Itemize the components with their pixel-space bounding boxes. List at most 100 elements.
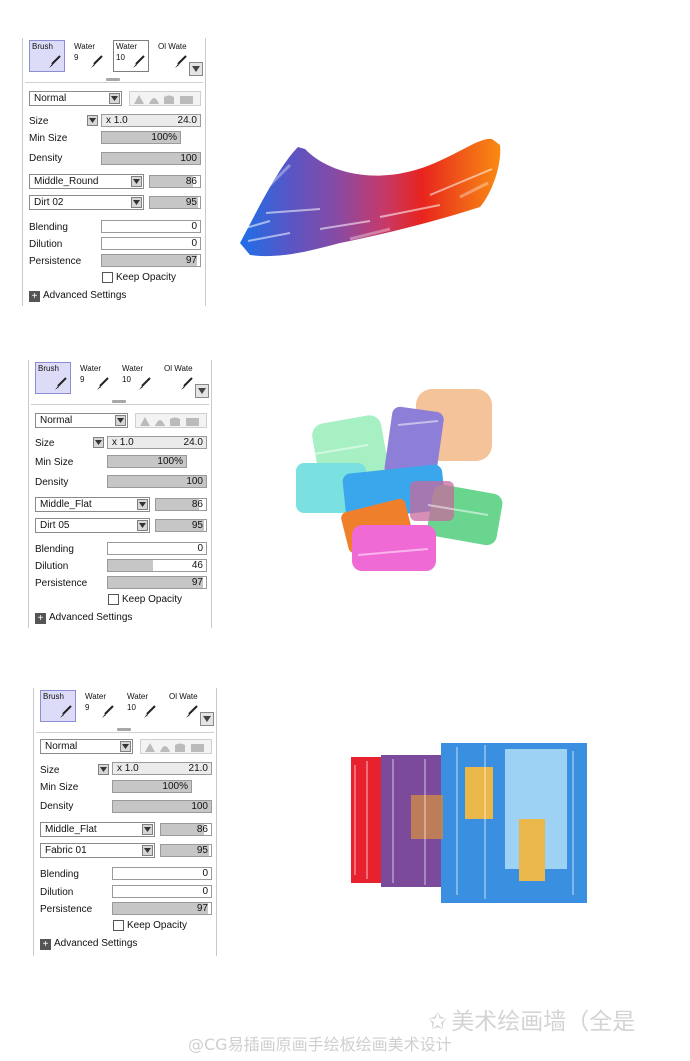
- resize-grip[interactable]: [106, 78, 120, 81]
- size-label: Size: [35, 438, 55, 449]
- density-value: 100: [186, 476, 203, 487]
- resize-grip[interactable]: [112, 400, 126, 403]
- brush-shape-presets[interactable]: [135, 413, 207, 428]
- size-multiplier: x 1.0: [117, 763, 139, 774]
- brush-texture-select[interactable]: Dirt 05: [35, 518, 150, 533]
- blending-slider[interactable]: 0: [112, 867, 212, 880]
- chevron-down-icon: [139, 502, 146, 507]
- tool-brush[interactable]: Brush: [29, 40, 65, 72]
- tool-oil-water[interactable]: Ol Wate: [155, 40, 191, 72]
- density-value: 100: [191, 801, 208, 812]
- blending-slider[interactable]: 0: [107, 542, 207, 555]
- dropdown-arrow[interactable]: [131, 197, 142, 208]
- shape-strength-value: 86: [196, 824, 208, 835]
- size-multiplier-button[interactable]: [93, 437, 104, 448]
- brush-shape-select[interactable]: Middle_Flat: [40, 822, 155, 837]
- texture-strength-slider[interactable]: 95: [160, 844, 212, 857]
- shape-strength-slider[interactable]: 86: [155, 498, 207, 511]
- brush-icon: [55, 377, 67, 390]
- brush-settings-panel-2: Brush Water 9 Water 10 Ol Wate Normal Si…: [28, 360, 212, 628]
- size-field[interactable]: x 1.0 21.0: [112, 762, 212, 775]
- tool-palette: Brush Water 9 Water 10 Ol Wate: [29, 40, 197, 74]
- tool-water-9[interactable]: Water 9: [71, 40, 107, 72]
- dropdown-arrow[interactable]: [142, 824, 153, 835]
- chevron-down-icon: [203, 716, 211, 722]
- tool-water-10[interactable]: Water 10: [113, 40, 149, 72]
- tool-water-10[interactable]: Water 10: [119, 362, 155, 394]
- density-slider[interactable]: 100: [101, 152, 201, 165]
- blend-mode-select[interactable]: Normal: [29, 91, 122, 106]
- tool-oil-water[interactable]: Ol Wate: [161, 362, 197, 394]
- brush-shape-presets[interactable]: [140, 739, 212, 754]
- size-field[interactable]: x 1.0 24.0: [107, 436, 207, 449]
- keep-opacity-checkbox[interactable]: [108, 594, 119, 605]
- min-size-label: Min Size: [40, 782, 79, 793]
- dilution-slider[interactable]: 0: [101, 237, 201, 250]
- brush-shape-presets[interactable]: [129, 91, 201, 106]
- dilution-label: Dilution: [35, 561, 69, 572]
- water-brush-icon: [97, 377, 109, 390]
- min-size-slider[interactable]: 100%: [107, 455, 187, 468]
- density-slider[interactable]: 100: [107, 475, 207, 488]
- persistence-slider[interactable]: 97: [112, 902, 212, 915]
- dropdown-arrow[interactable]: [109, 93, 120, 104]
- tool-water-9[interactable]: Water 9: [77, 362, 113, 394]
- dropdown-arrow[interactable]: [142, 845, 153, 856]
- divider: [31, 404, 209, 405]
- brush-texture-select[interactable]: Dirt 02: [29, 195, 144, 210]
- tool-brush[interactable]: Brush: [40, 690, 76, 722]
- dilution-slider[interactable]: 46: [107, 559, 207, 572]
- dropdown-arrow[interactable]: [137, 499, 148, 510]
- tool-scroll-button[interactable]: [200, 712, 214, 726]
- brush-shape-select[interactable]: Middle_Flat: [35, 497, 150, 512]
- texture-strength-slider[interactable]: 95: [149, 196, 201, 209]
- resize-grip[interactable]: [117, 728, 131, 731]
- advanced-settings-toggle[interactable]: + Advanced Settings: [40, 938, 137, 950]
- dropdown-arrow[interactable]: [137, 520, 148, 531]
- keep-opacity-checkbox[interactable]: [102, 272, 113, 283]
- persistence-slider[interactable]: 97: [107, 576, 207, 589]
- persistence-label: Persistence: [29, 256, 82, 267]
- persistence-slider[interactable]: 97: [101, 254, 201, 267]
- shape-strength-slider[interactable]: 86: [160, 823, 212, 836]
- size-multiplier-button[interactable]: [87, 115, 98, 126]
- min-size-slider[interactable]: 100%: [112, 780, 192, 793]
- texture-strength-slider[interactable]: 95: [155, 519, 207, 532]
- tool-brush[interactable]: Brush: [35, 362, 71, 394]
- persistence-value: 97: [191, 577, 203, 588]
- size-multiplier-button[interactable]: [98, 764, 109, 775]
- tool-scroll-button[interactable]: [195, 384, 209, 398]
- texture-strength-value: 95: [196, 845, 208, 856]
- dilution-value: 0: [202, 886, 208, 897]
- blending-slider[interactable]: 0: [101, 220, 201, 233]
- tool-oil-water[interactable]: Ol Wate: [166, 690, 202, 722]
- brush-texture-value: Dirt 05: [40, 520, 70, 531]
- dropdown-arrow[interactable]: [120, 741, 131, 752]
- tool-water-9[interactable]: Water 9: [82, 690, 118, 722]
- min-size-label: Min Size: [29, 133, 68, 144]
- size-field[interactable]: x 1.0 24.0: [101, 114, 201, 127]
- brush-texture-select[interactable]: Fabric 01: [40, 843, 155, 858]
- keep-opacity-checkbox[interactable]: [113, 920, 124, 931]
- density-label: Density: [40, 801, 74, 812]
- chevron-down-icon: [95, 440, 102, 445]
- tool-size: 9: [74, 53, 79, 62]
- dilution-slider[interactable]: 0: [112, 885, 212, 898]
- blending-label: Blending: [35, 544, 74, 555]
- advanced-settings-toggle[interactable]: + Advanced Settings: [29, 290, 126, 302]
- size-value: 24.0: [177, 115, 197, 126]
- density-slider[interactable]: 100: [112, 800, 212, 813]
- blend-mode-select[interactable]: Normal: [35, 413, 128, 428]
- min-size-value: 100%: [162, 781, 188, 792]
- brush-shape-select[interactable]: Middle_Round: [29, 174, 144, 189]
- tool-water-10[interactable]: Water 10: [124, 690, 160, 722]
- shape-strength-slider[interactable]: 86: [149, 175, 201, 188]
- tool-scroll-button[interactable]: [189, 62, 203, 76]
- advanced-settings-toggle[interactable]: + Advanced Settings: [35, 612, 132, 624]
- dropdown-arrow[interactable]: [115, 415, 126, 426]
- dropdown-arrow[interactable]: [131, 176, 142, 187]
- blend-mode-select[interactable]: Normal: [40, 739, 133, 754]
- size-multiplier: x 1.0: [112, 437, 134, 448]
- size-value: 24.0: [183, 437, 203, 448]
- min-size-slider[interactable]: 100%: [101, 131, 181, 144]
